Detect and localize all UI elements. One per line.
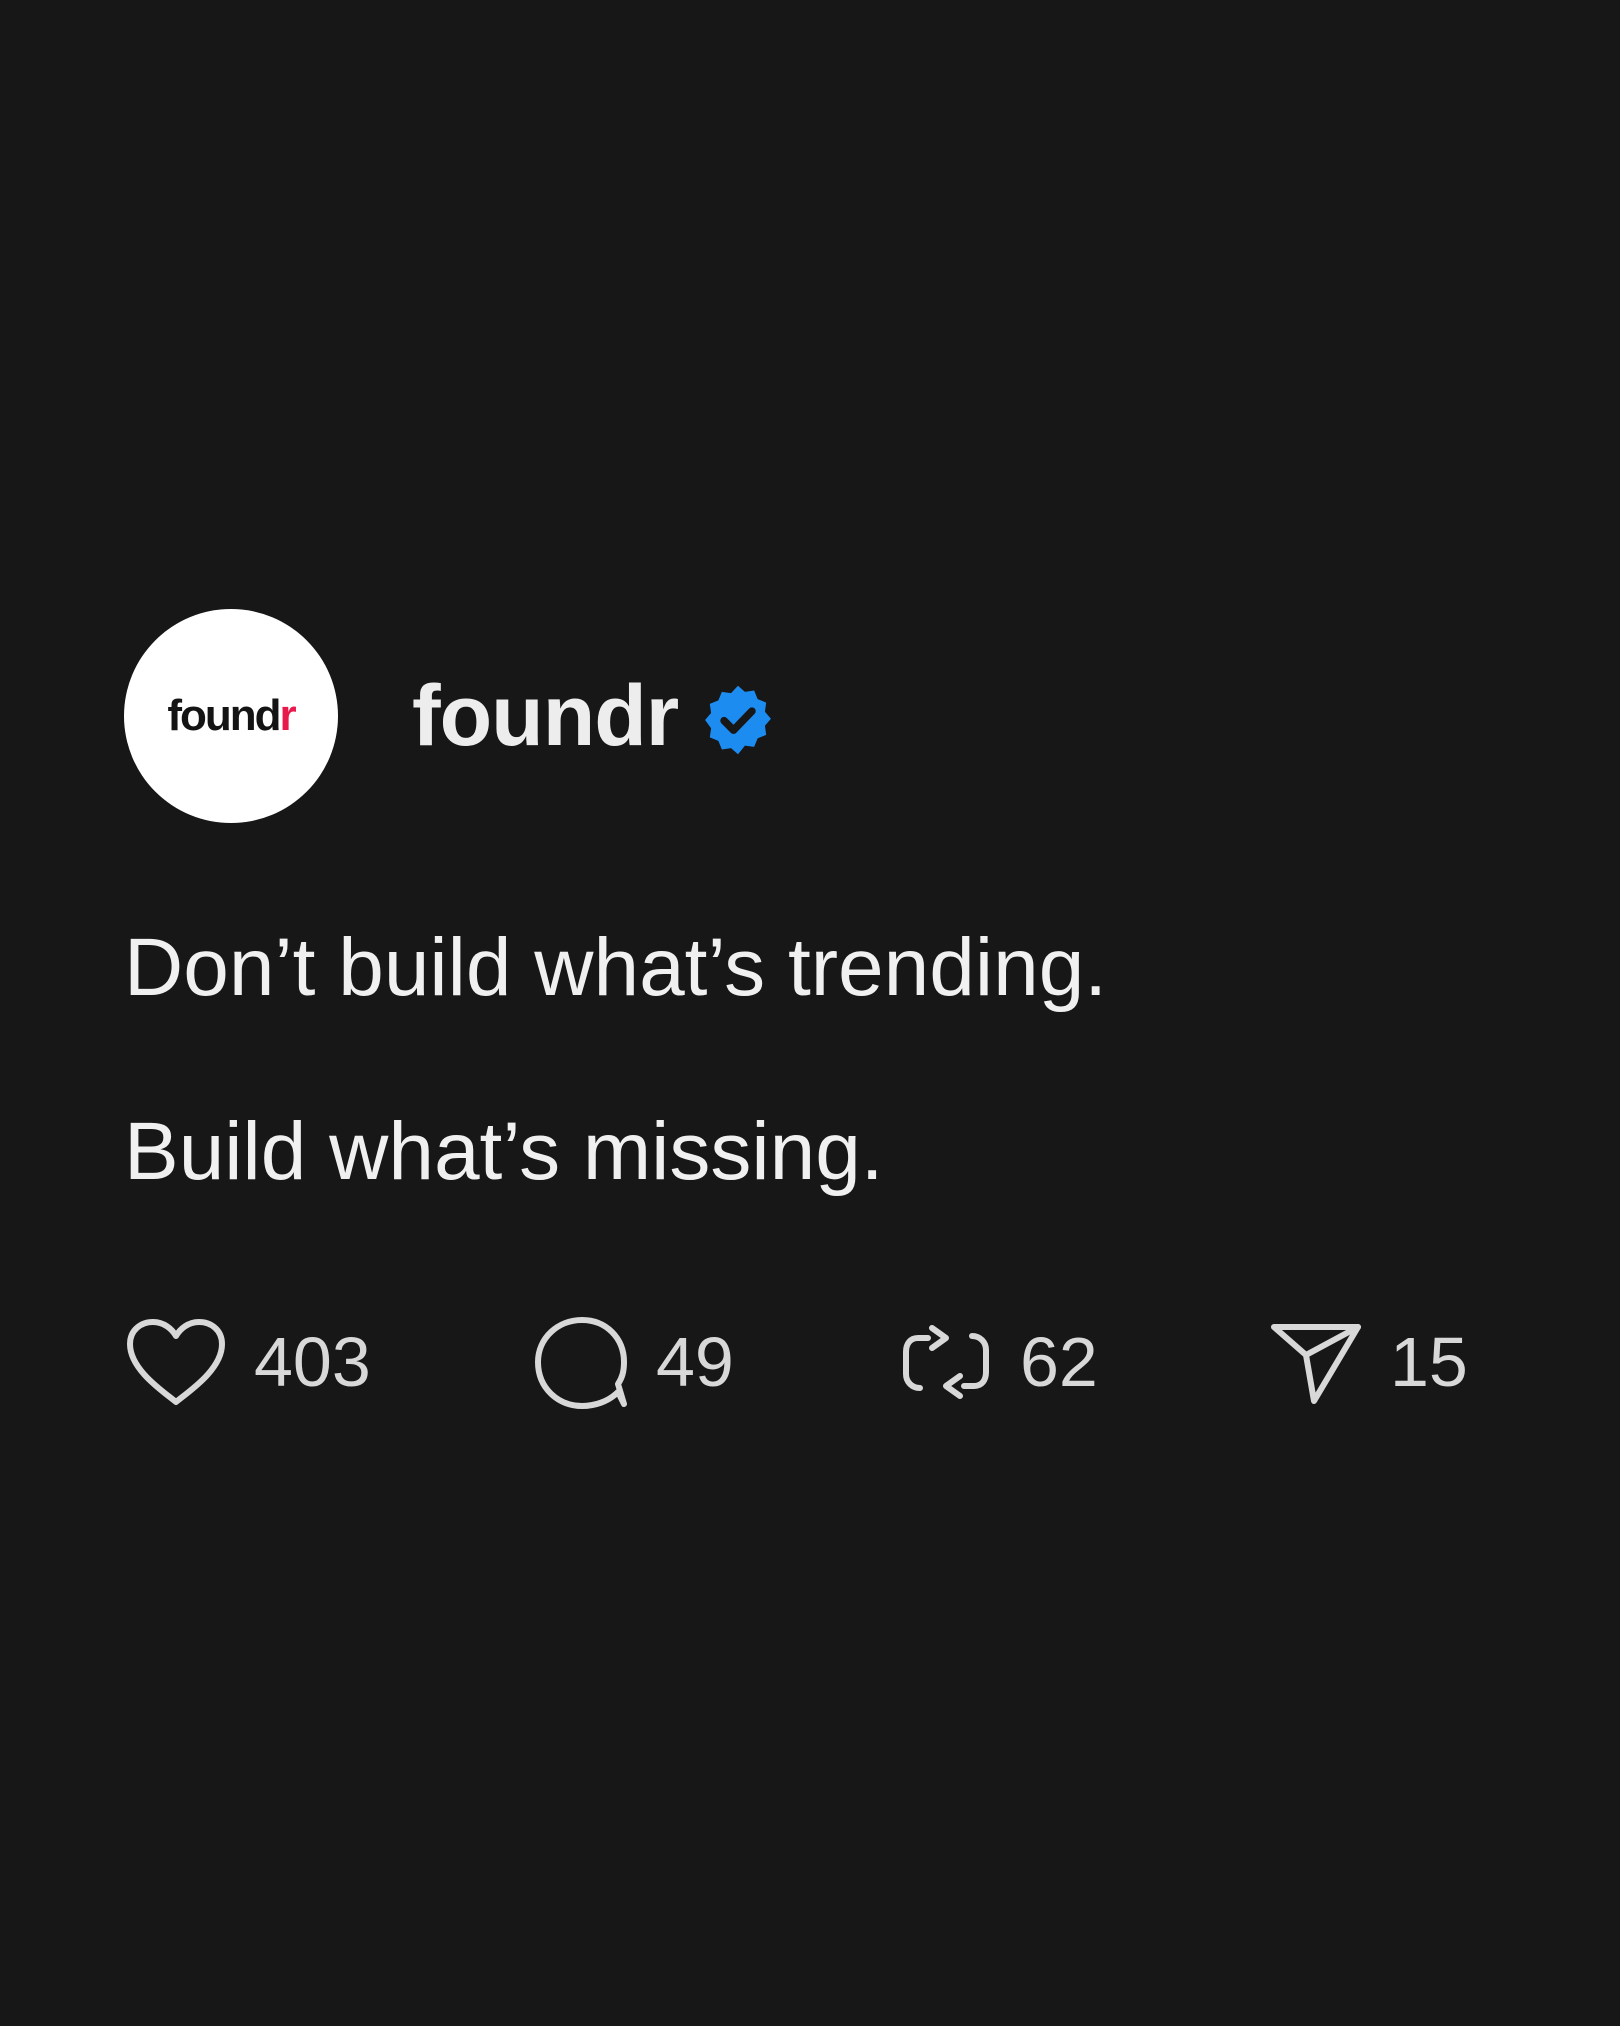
repost-icon <box>903 1325 989 1399</box>
post-body: Don’t build what’s trending. Build what’… <box>124 920 1524 1200</box>
share-count: 15 <box>1390 1323 1468 1401</box>
post-card: foundr foundr Don’t build what’s trendin… <box>124 608 1524 1412</box>
comment-button[interactable]: 49 <box>532 1314 898 1410</box>
avatar[interactable]: foundr <box>124 609 338 823</box>
post-line-2: Build what’s missing. <box>124 1106 884 1197</box>
share-button[interactable]: 15 <box>1268 1317 1468 1407</box>
like-count: 403 <box>254 1323 371 1401</box>
action-bar: 403 49 62 15 <box>124 1312 1524 1412</box>
repost-button[interactable]: 62 <box>898 1312 1268 1412</box>
username-group: foundr <box>412 667 776 766</box>
post-line-1: Don’t build what’s trending. <box>124 922 1108 1013</box>
avatar-logo: foundr <box>167 691 296 740</box>
post-header: foundr foundr <box>124 608 1524 824</box>
username[interactable]: foundr <box>412 667 679 766</box>
comment-icon <box>535 1317 627 1409</box>
share-icon <box>1271 1324 1361 1404</box>
heart-icon <box>127 1319 225 1405</box>
comment-count: 49 <box>656 1323 734 1401</box>
like-button[interactable]: 403 <box>124 1316 532 1408</box>
repost-count: 62 <box>1020 1323 1098 1401</box>
verified-badge-icon <box>705 685 772 755</box>
